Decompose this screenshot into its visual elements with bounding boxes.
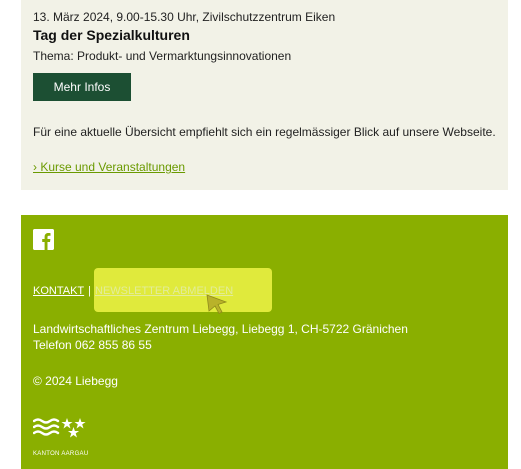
nav-separator: | (88, 285, 91, 297)
address-line: Landwirtschaftliches Zentrum Liebegg, Li… (33, 322, 408, 336)
more-info-button[interactable]: Mehr Infos (33, 73, 131, 101)
courses-events-link[interactable]: › Kurse und Veranstaltungen (33, 160, 185, 174)
event-card: 13. März 2024, 9.00-15.30 Uhr, Zivilschu… (21, 0, 508, 190)
kanton-aargau-logo (33, 418, 86, 438)
event-title: Tag der Spezialkulturen (33, 27, 190, 43)
facebook-icon[interactable] (33, 229, 54, 250)
copyright: © 2024 Liebegg (33, 374, 118, 388)
event-info-text: Für eine aktuelle Übersicht empfiehlt si… (33, 125, 496, 139)
event-theme: Thema: Produkt- und Vermarktungsinnovati… (33, 49, 292, 63)
logo-text: KANTON AARGAU (33, 451, 89, 457)
address: Landwirtschaftliches Zentrum Liebegg, Li… (33, 321, 408, 353)
mouse-cursor-icon (206, 294, 228, 315)
phone-line: Telefon 062 855 86 55 (33, 338, 152, 352)
footer: KONTAKT | NEWSLETTER ABMELDEN Landwirtscha… (21, 215, 508, 469)
event-date: 13. März 2024, 9.00-15.30 Uhr, Zivilschu… (33, 10, 336, 24)
footer-nav: KONTAKT | NEWSLETTER ABMELDEN (33, 285, 233, 297)
contact-link[interactable]: KONTAKT (33, 285, 84, 297)
